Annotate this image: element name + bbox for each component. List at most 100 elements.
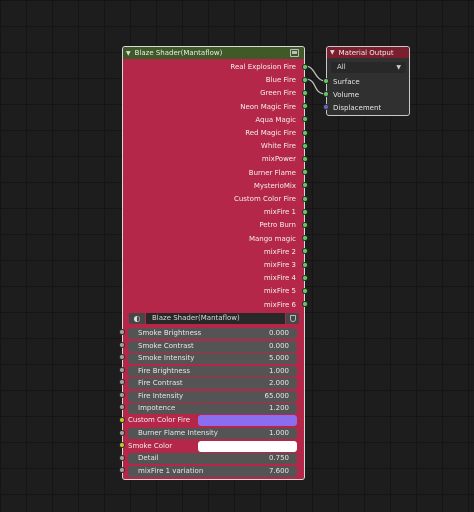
- output-socket[interactable]: [302, 248, 308, 255]
- displacement-input-socket[interactable]: [323, 104, 329, 110]
- slider-value: 1.000: [268, 429, 289, 437]
- slider-value: 0.000: [268, 341, 289, 350]
- output-socket[interactable]: [302, 63, 308, 70]
- collapse-arrow-icon[interactable]: ▼: [330, 49, 335, 56]
- slider-label: Smoke Brightness: [138, 329, 202, 337]
- output-socket[interactable]: [302, 76, 308, 83]
- output-socket[interactable]: [302, 142, 308, 149]
- slider-label: Burner Flame Intensity: [138, 429, 218, 437]
- output-label: mixFire 2: [263, 247, 296, 256]
- output-label: mixFire 3: [263, 261, 296, 269]
- burner-flame-intensity-slider[interactable]: Burner Flame Intensity 1.000: [128, 428, 297, 439]
- slider-label: Fire Intensity: [138, 391, 184, 400]
- smoke-color-swatch[interactable]: [198, 441, 297, 452]
- input-socket[interactable]: [119, 455, 125, 461]
- input-slider[interactable]: Smoke Brightness 0.000: [128, 328, 297, 339]
- node-group-datablock[interactable]: ◐ Blaze Shader(Mantaflow): [129, 313, 299, 324]
- output-socket[interactable]: [302, 195, 308, 202]
- output-label: Real Explosion Fire: [230, 63, 296, 71]
- output-label: White Fire: [260, 142, 296, 151]
- slider-label: Fire Brightness: [138, 366, 191, 375]
- output-label: Burner Flame: [248, 168, 296, 177]
- input-socket[interactable]: [119, 367, 125, 373]
- slider-label: Impotence: [138, 404, 176, 412]
- output-socket[interactable]: [302, 287, 308, 294]
- displacement-input-label: Displacement: [333, 104, 382, 112]
- input-slider[interactable]: Impotence 1.200: [128, 403, 297, 414]
- output-socket[interactable]: [302, 274, 308, 281]
- detail-slider[interactable]: Detail 0.750: [128, 453, 297, 464]
- input-socket[interactable]: [119, 379, 125, 385]
- custom-color-fire-label: Custom Color Fire: [128, 416, 191, 424]
- output-socket[interactable]: [302, 208, 308, 215]
- output-label: mixFire 6: [263, 300, 296, 309]
- slider-value: 1.200: [268, 404, 289, 412]
- input-slider[interactable]: Fire Intensity 65.000: [128, 390, 297, 402]
- input-slider[interactable]: Fire Contrast 2.000: [128, 378, 297, 389]
- output-socket[interactable]: [302, 182, 308, 189]
- output-socket[interactable]: [302, 235, 308, 242]
- output-label: mixFire 4: [263, 274, 296, 283]
- collapse-arrow-icon[interactable]: ▼: [126, 50, 131, 57]
- output-socket[interactable]: [302, 116, 308, 123]
- input-socket[interactable]: [119, 404, 125, 410]
- slider-value: 5.000: [268, 354, 289, 362]
- slider-value: 65.000: [264, 391, 290, 400]
- output-label: Green Fire: [260, 89, 296, 98]
- output-socket[interactable]: [302, 301, 308, 308]
- output-socket[interactable]: [302, 169, 308, 176]
- output-label: mixPower: [261, 155, 296, 164]
- slider-label: Fire Contrast: [138, 379, 183, 387]
- input-socket[interactable]: [119, 329, 125, 335]
- blaze-shader-node[interactable]: ▼ Blaze Shader(Mantaflow) Real Explosion…: [122, 46, 305, 480]
- input-socket[interactable]: [119, 467, 125, 473]
- slider-value: 1.000: [268, 366, 289, 375]
- slider-value: 2.000: [268, 379, 289, 387]
- smoke-color-label: Smoke Color: [128, 442, 173, 450]
- output-socket[interactable]: [302, 103, 308, 110]
- slider-value: 7.600: [268, 467, 289, 475]
- material-output-node[interactable]: ▼ Material Output All ▼ Surface Volume D…: [326, 46, 410, 116]
- output-label: Mango magic: [248, 234, 296, 243]
- output-socket[interactable]: [302, 261, 308, 268]
- volume-input-socket[interactable]: [323, 91, 329, 97]
- output-label: Blue Fire: [265, 76, 296, 85]
- output-label: Red Magic Fire: [245, 129, 296, 137]
- input-slider[interactable]: Smoke Contrast 0.000: [128, 340, 297, 352]
- material-output-header[interactable]: ▼ Material Output: [327, 47, 409, 58]
- input-slider[interactable]: Smoke Intensity 5.000: [128, 353, 297, 364]
- mixfire-variation-slider[interactable]: mixFire 1 variation 7.600: [128, 466, 297, 477]
- slider-label: Smoke Contrast: [138, 341, 194, 350]
- target-value: All: [337, 63, 346, 71]
- fake-user-shield-icon[interactable]: [286, 313, 299, 324]
- output-label: MysterioMix: [253, 181, 296, 190]
- output-label: Custom Color Fire: [233, 195, 296, 203]
- output-label: mixFire 1: [263, 208, 296, 217]
- output-socket[interactable]: [302, 89, 308, 96]
- input-socket[interactable]: [119, 392, 125, 398]
- volume-input-label: Volume: [333, 91, 360, 99]
- datablock-name-field[interactable]: Blaze Shader(Mantaflow): [146, 313, 285, 324]
- input-socket[interactable]: [119, 442, 125, 448]
- output-socket[interactable]: [302, 221, 308, 228]
- slider-label: Smoke Intensity: [138, 354, 195, 362]
- custom-color-fire-swatch[interactable]: [198, 415, 297, 426]
- target-dropdown[interactable]: All ▼: [331, 62, 406, 73]
- input-socket[interactable]: [119, 354, 125, 360]
- slider-label: mixFire 1 variation: [138, 467, 204, 475]
- slider-value: 0.000: [268, 329, 289, 337]
- output-socket[interactable]: [302, 129, 308, 136]
- surface-input-socket[interactable]: [323, 78, 329, 84]
- node-preview-icon[interactable]: [290, 49, 299, 57]
- slider-label: Detail: [138, 454, 159, 462]
- output-label: Neon Magic Fire: [240, 102, 296, 111]
- blaze-node-header[interactable]: ▼ Blaze Shader(Mantaflow): [123, 47, 304, 59]
- output-socket[interactable]: [302, 155, 308, 162]
- input-socket[interactable]: [119, 417, 125, 423]
- material-output-title: Material Output: [338, 48, 394, 57]
- blaze-node-title: Blaze Shader(Mantaflow): [134, 49, 223, 57]
- input-socket[interactable]: [119, 430, 125, 436]
- input-socket[interactable]: [119, 342, 125, 348]
- input-slider[interactable]: Fire Brightness 1.000: [128, 365, 297, 377]
- material-sphere-icon[interactable]: ◐: [129, 313, 145, 324]
